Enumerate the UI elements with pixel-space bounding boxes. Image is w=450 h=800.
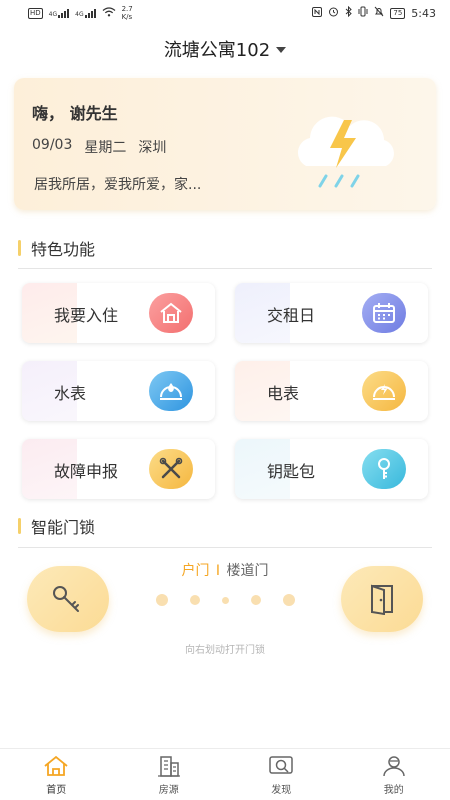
feature-label: 交租日	[267, 306, 316, 325]
tab-corridor-door[interactable]: 楼道门	[227, 563, 269, 579]
feature-label: 电表	[267, 384, 300, 403]
track-dot	[189, 595, 200, 605]
section-accent-bar	[18, 518, 21, 534]
bottom-nav: 首页 房源 发现 我的	[0, 748, 450, 800]
lock-section-header: 智能门锁	[18, 515, 432, 537]
open-door-target[interactable]	[341, 566, 423, 632]
feature-key-pack[interactable]: 钥匙包	[235, 439, 428, 499]
feature-rent-day[interactable]: 交租日	[235, 283, 428, 343]
feature-move-in[interactable]: 我要入住	[22, 283, 215, 343]
nav-home[interactable]: 首页	[0, 749, 113, 800]
speed-unit: K/s	[121, 13, 133, 21]
section-divider	[18, 547, 432, 548]
nav-label: 发现	[271, 785, 292, 796]
bluetooth-icon	[345, 5, 353, 20]
features-section-header: 特色功能	[18, 237, 432, 259]
signal-icon-1: 4G	[48, 8, 70, 18]
section-divider	[18, 268, 432, 269]
feature-label: 水表	[54, 384, 87, 403]
tools-icon	[149, 449, 193, 489]
network-type-2: 4G	[75, 10, 84, 18]
clock: 5:43	[411, 6, 436, 20]
track-dot	[221, 596, 229, 604]
lock-section-title: 智能门锁	[31, 518, 96, 537]
features-section-title: 特色功能	[31, 240, 96, 259]
house-icon	[149, 293, 193, 333]
nav-profile[interactable]: 我的	[338, 749, 450, 800]
track-dot	[155, 594, 168, 606]
caret-down-icon	[276, 47, 287, 53]
feature-label: 我要入住	[54, 306, 119, 325]
track-dot	[282, 594, 295, 606]
feature-electric-meter[interactable]: 电表	[235, 361, 428, 421]
feature-label: 故障申报	[54, 462, 119, 481]
water-meter-icon	[149, 371, 193, 411]
signal-icon-2: 4G	[75, 8, 96, 18]
nav-label: 首页	[46, 785, 67, 796]
calendar-icon	[362, 293, 406, 333]
track-dot	[250, 595, 261, 605]
nav-label: 我的	[383, 785, 404, 796]
weekday: 星期二	[84, 140, 127, 156]
battery-icon: 75	[390, 7, 406, 19]
city: 深圳	[138, 140, 167, 156]
key-icon	[362, 449, 406, 489]
mute-icon	[374, 6, 384, 20]
feature-fault-report[interactable]: 故障申报	[22, 439, 215, 499]
vibrate-icon	[358, 6, 368, 20]
status-right: 75 5:43	[312, 5, 436, 20]
status-bar: HD 4G 4G 2.7 K/s 75 5:43	[0, 0, 450, 26]
alarm-icon	[328, 6, 339, 20]
nav-listings[interactable]: 房源	[113, 749, 226, 800]
section-accent-bar	[18, 240, 21, 256]
welcome-card: 嗨， 谢先生 09/03 星期二 深圳 居我所居，爱我所爱，家...	[14, 78, 436, 210]
building-icon	[157, 756, 180, 777]
thunderstorm-cloud-icon	[286, 104, 406, 194]
discover-icon	[269, 756, 293, 774]
nav-label: 房源	[158, 785, 179, 796]
electric-meter-icon	[362, 371, 406, 411]
open-door-icon	[371, 584, 393, 615]
date: 09/03	[32, 137, 73, 153]
tab-separator: I	[215, 563, 221, 579]
wifi-icon	[102, 6, 116, 20]
apartment-title: 流塘公寓102	[163, 40, 271, 61]
profile-icon	[383, 756, 405, 777]
greeting: 嗨， 谢先生	[32, 104, 118, 123]
motto: 居我所居，爱我所爱，家...	[34, 177, 202, 193]
speed-value: 2.7	[121, 5, 133, 13]
network-type-1: 4G	[48, 10, 58, 18]
home-icon	[44, 755, 68, 776]
status-left: HD 4G 4G 2.7 K/s	[28, 5, 133, 21]
feature-label: 钥匙包	[267, 462, 316, 481]
nav-discover[interactable]: 发现	[225, 749, 338, 800]
hd-badge: HD	[28, 7, 43, 19]
apartment-selector[interactable]: 流塘公寓102	[0, 34, 450, 64]
feature-water-meter[interactable]: 水表	[22, 361, 215, 421]
slide-hint: 向右划动打开门锁	[185, 645, 265, 656]
tab-front-door[interactable]: 户门	[181, 563, 209, 579]
date-row: 09/03 星期二 深圳	[32, 137, 166, 157]
network-speed: 2.7 K/s	[122, 5, 133, 21]
nfc-icon	[312, 6, 323, 20]
